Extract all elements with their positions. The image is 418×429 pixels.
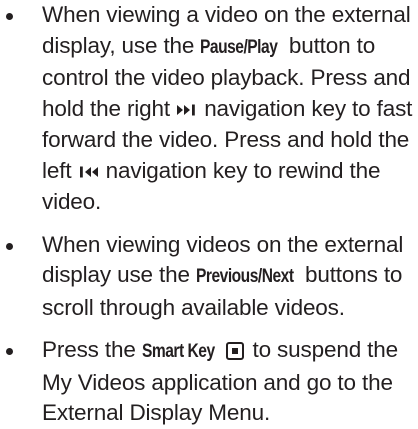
- text-segment: Press the: [42, 337, 142, 362]
- bullet-icon: [6, 13, 13, 20]
- list-item: When viewing videos on the external disp…: [0, 230, 418, 324]
- bullet-icon: [6, 242, 13, 250]
- smart-key-icon: [226, 342, 245, 360]
- document-page: When viewing a video on the external dis…: [0, 0, 418, 425]
- list-item: When viewing a video on the external dis…: [0, 0, 418, 218]
- key-term-pause-play: Pause/Play: [200, 36, 278, 58]
- fast-forward-icon: [176, 95, 198, 126]
- bullet-icon: [6, 348, 13, 355]
- bullet-list: When viewing a video on the external dis…: [0, 0, 418, 429]
- key-term-smart-key: Smart Key: [141, 341, 215, 362]
- rewind-icon: [78, 157, 100, 188]
- key-term-previous-next: Previous/Next: [195, 266, 294, 287]
- list-item: Press the Smart Key to suspend the My Vi…: [0, 335, 418, 429]
